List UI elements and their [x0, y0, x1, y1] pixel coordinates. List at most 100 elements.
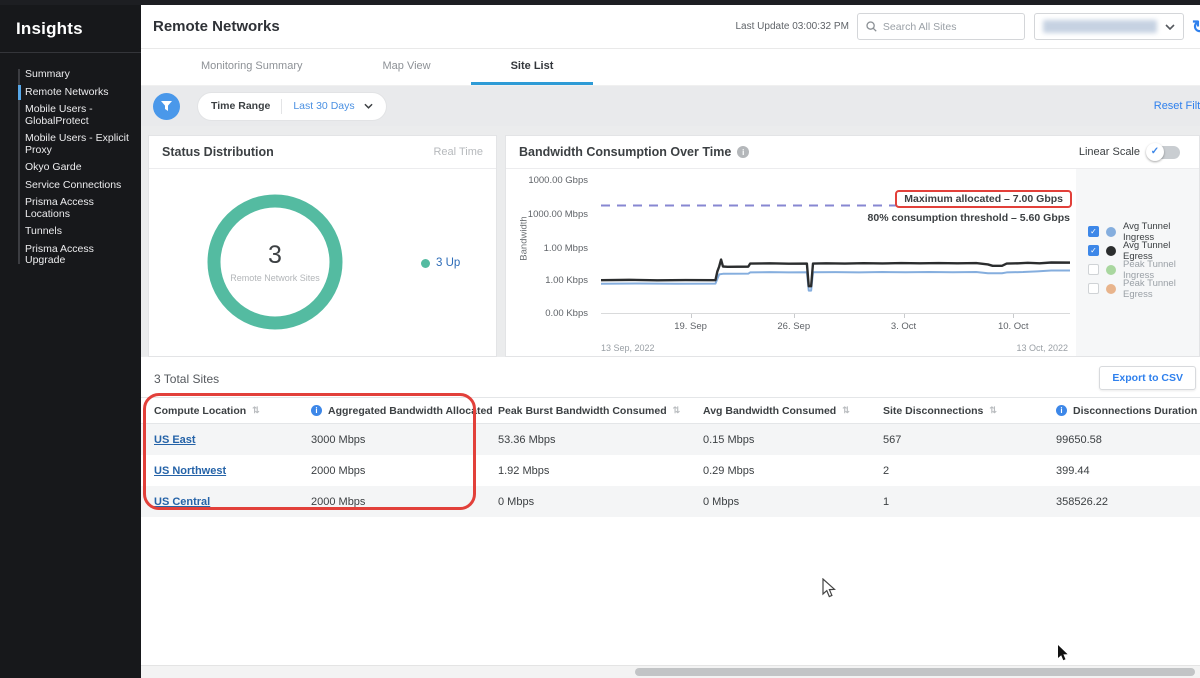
x-axis-tickmark — [904, 314, 905, 318]
chevron-down-icon — [1165, 24, 1175, 30]
site-link-us-central[interactable]: US Central — [154, 496, 210, 508]
site-link-us-east[interactable]: US East — [154, 434, 196, 446]
bandwidth-chart[interactable]: Bandwidth Maximum allocated – 7.00 Gbps … — [506, 169, 1076, 356]
column-label: Site Disconnections — [883, 405, 983, 417]
status-card-title: Status Distribution — [162, 145, 274, 159]
status-legend-item[interactable]: 3 Up — [421, 257, 460, 269]
mouse-cursor-outline — [822, 578, 839, 600]
legend-label: Peak Tunnel Egress — [1123, 278, 1199, 300]
sidebar-item-okyo-garde[interactable]: Okyo Garde — [0, 159, 141, 177]
linear-scale-label: Linear Scale — [1079, 146, 1140, 158]
column-header-compute-location[interactable]: Compute Location⇅ — [141, 405, 298, 417]
info-icon[interactable]: i — [311, 405, 322, 416]
info-icon[interactable]: i — [1056, 405, 1067, 416]
main-content: Remote Networks Last Update 03:00:32 PM … — [141, 5, 1200, 678]
mouse-cursor-solid — [1057, 645, 1071, 663]
funnel-icon — [160, 100, 173, 112]
sidebar-item-remote-networks[interactable]: Remote Networks — [0, 84, 141, 102]
x-axis-tickmark — [794, 314, 795, 318]
top-strip — [0, 0, 1200, 5]
search-icon — [866, 21, 877, 32]
page-header: Remote Networks Last Update 03:00:32 PM … — [141, 5, 1200, 49]
chevron-down-icon — [364, 103, 373, 109]
tenant-dropdown[interactable] — [1034, 13, 1184, 40]
toggle-knob: ✓ — [1146, 143, 1164, 161]
column-header-disconnections-duration[interactable]: iDisconnections Duration — [1043, 405, 1200, 417]
linear-scale-toggle[interactable]: ✓ — [1148, 146, 1180, 159]
x-range-start: 13 Sep, 2022 — [601, 343, 655, 353]
sidebar-item-prisma-access-upgrade[interactable]: Prisma Access Upgrade — [0, 241, 141, 270]
sidebar-item-mobile-users-explicit-proxy[interactable]: Mobile Users - Explicit Proxy — [0, 130, 141, 159]
legend-item-avg-tunnel-ingress[interactable]: ✓Avg Tunnel Ingress — [1076, 222, 1199, 241]
donut-label: Remote Network Sites — [230, 273, 320, 283]
column-header-avg-bandwidth-consumed[interactable]: Avg Bandwidth Consumed⇅ — [690, 405, 870, 417]
checkbox-unchecked-icon[interactable] — [1088, 283, 1099, 294]
cards-row: Status Distribution Real Time 3 Remote N… — [141, 126, 1200, 357]
search-placeholder: Search All Sites — [883, 21, 957, 33]
donut-value: 3 — [268, 241, 282, 270]
scrollbar-thumb[interactable] — [635, 668, 1195, 676]
filter-bar: Time Range Last 30 Days Reset Filter — [141, 86, 1200, 126]
status-donut-chart[interactable]: 3 Remote Network Sites — [202, 189, 348, 335]
cell-site-disconnections: 2 — [870, 465, 1043, 477]
cell-aggregated-bandwidth-allocated: 2000 Mbps — [298, 465, 485, 477]
x-range-end: 13 Oct, 2022 — [1016, 343, 1068, 353]
redacted-tenant-name — [1043, 20, 1157, 33]
search-input[interactable]: Search All Sites — [857, 13, 1025, 40]
cell-compute-location: US Central — [141, 496, 298, 508]
x-axis-tick: 19. Sep — [674, 321, 707, 332]
cell-aggregated-bandwidth-allocated: 3000 Mbps — [298, 434, 485, 446]
sidebar-item-summary[interactable]: Summary — [0, 66, 141, 84]
legend-item-peak-tunnel-egress[interactable]: Peak Tunnel Egress — [1076, 279, 1199, 298]
column-header-peak-burst-bandwidth-consumed[interactable]: Peak Burst Bandwidth Consumed ⇅ — [485, 405, 690, 417]
real-time-badge: Real Time — [433, 146, 483, 158]
checkbox-unchecked-icon[interactable] — [1088, 264, 1099, 275]
y-axis-tick: 1000.00 Mbps — [510, 209, 588, 220]
sidebar-nav: SummaryRemote NetworksMobile Users - Glo… — [0, 66, 141, 270]
tab-map-view[interactable]: Map View — [342, 49, 470, 85]
sidebar-item-service-connections[interactable]: Service Connections — [0, 177, 141, 195]
filter-button[interactable] — [153, 93, 180, 120]
time-range-value[interactable]: Last 30 Days — [293, 100, 354, 112]
sidebar-item-prisma-access-locations[interactable]: Prisma Access Locations — [0, 194, 141, 223]
sidebar-item-mobile-users-globalprotect[interactable]: Mobile Users - GlobalProtect — [0, 101, 141, 130]
checkbox-checked-icon[interactable]: ✓ — [1088, 226, 1099, 237]
cell-peak-burst-bandwidth-consumed: 53.36 Mbps — [485, 434, 690, 446]
sidebar-item-tunnels[interactable]: Tunnels — [0, 223, 141, 241]
sort-icon[interactable]: ⇅ — [989, 405, 997, 416]
legend-item-peak-tunnel-ingress[interactable]: Peak Tunnel Ingress — [1076, 260, 1199, 279]
cell-peak-burst-bandwidth-consumed: 0 Mbps — [485, 496, 690, 508]
column-header-aggregated-bandwidth-allocated[interactable]: iAggregated Bandwidth Allocated — [298, 405, 485, 417]
tab-site-list[interactable]: Site List — [471, 49, 594, 85]
refresh-icon[interactable]: ↻ — [1192, 18, 1200, 36]
column-label: Peak Burst Bandwidth Consumed — [498, 405, 667, 417]
legend-color-dot — [1106, 265, 1116, 275]
tab-bar: Monitoring SummaryMap ViewSite List — [141, 49, 1200, 86]
cell-compute-location: US East — [141, 434, 298, 446]
last-update-text: Last Update 03:00:32 PM — [735, 21, 848, 32]
sort-icon[interactable]: ⇅ — [252, 405, 260, 416]
y-axis-tick: 1.00 Mbps — [510, 243, 588, 254]
reset-filter-link[interactable]: Reset Filter — [1154, 100, 1200, 112]
checkbox-checked-icon[interactable]: ✓ — [1088, 245, 1099, 256]
table-header-row: Compute Location⇅iAggregated Bandwidth A… — [141, 397, 1200, 424]
cell-avg-bandwidth-consumed: 0.29 Mbps — [690, 465, 870, 477]
table-row: US Northwest2000 Mbps1.92 Mbps0.29 Mbps2… — [141, 455, 1200, 486]
legend-item-avg-tunnel-egress[interactable]: ✓Avg Tunnel Egress — [1076, 241, 1199, 260]
chart-legend: ✓Avg Tunnel Ingress✓Avg Tunnel EgressPea… — [1076, 169, 1199, 356]
sort-icon[interactable]: ⇅ — [673, 405, 681, 416]
info-icon[interactable]: i — [737, 146, 749, 158]
x-axis-tickmark — [1013, 314, 1014, 318]
export-to-csv-button[interactable]: Export to CSV — [1099, 366, 1196, 390]
tab-monitoring-summary[interactable]: Monitoring Summary — [161, 49, 342, 85]
site-link-us-northwest[interactable]: US Northwest — [154, 465, 226, 477]
column-header-site-disconnections[interactable]: Site Disconnections ⇅ — [870, 405, 1043, 417]
time-range-label: Time Range — [211, 100, 270, 112]
max-allocated-annotation: Maximum allocated – 7.00 Gbps — [895, 190, 1072, 208]
sort-icon[interactable]: ⇅ — [842, 405, 850, 416]
x-axis-tick: 26. Sep — [777, 321, 810, 332]
cell-disconnections-duration: 99650.58 — [1043, 434, 1200, 446]
x-axis-tick: 3. Oct — [891, 321, 916, 332]
time-range-pill[interactable]: Time Range Last 30 Days — [198, 93, 386, 120]
horizontal-scrollbar[interactable] — [141, 665, 1200, 678]
